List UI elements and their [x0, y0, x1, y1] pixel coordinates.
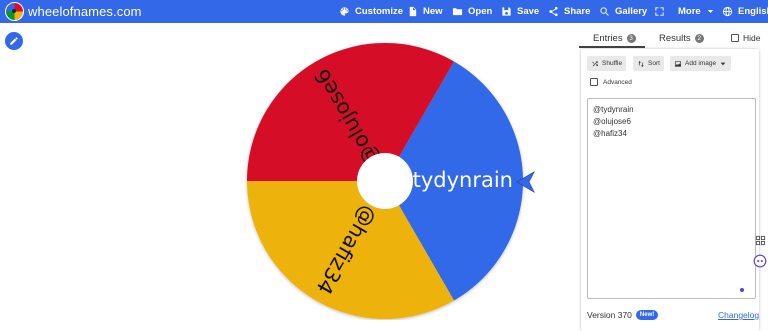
share-icon — [549, 6, 558, 17]
share-label: Share — [564, 6, 591, 17]
open-button[interactable]: Open — [452, 4, 492, 19]
tab-entries-label: Entries — [593, 33, 623, 44]
version-info: Version 370 New! — [587, 310, 659, 320]
sort-icon — [638, 60, 644, 67]
more-label: More — [678, 6, 701, 17]
advanced-checkbox[interactable] — [590, 78, 598, 86]
gallery-label: Gallery — [615, 6, 648, 17]
open-label: Open — [468, 6, 493, 17]
entries-count-badge: 3 — [626, 34, 636, 43]
wheel-container[interactable]: @tydynrain @olujose6 @hafiz34 — [240, 36, 536, 320]
entry-line: @olujose6 — [593, 117, 631, 126]
fullscreen-icon — [655, 7, 664, 16]
customize-label: Customize — [355, 6, 404, 17]
entries-panel: Entries 3 Results 2 Hide Shuffle Sort Ad… — [579, 29, 768, 331]
entries-card: Shuffle Sort Add image Advanced @tydynra… — [581, 49, 759, 331]
shuffle-label: Shuffle — [602, 60, 623, 67]
file-icon — [409, 6, 417, 17]
shuffle-icon — [592, 60, 598, 66]
resize-handle-dot — [740, 288, 744, 292]
wheel-center-hub[interactable] — [357, 153, 413, 209]
add-image-button[interactable]: Add image — [670, 56, 732, 71]
top-navigation-bar: wheelofnames.com Customize New Open Save… — [0, 0, 768, 23]
chevron-down-icon — [720, 62, 726, 65]
wheel-logo-icon[interactable] — [5, 2, 24, 21]
gallery-button[interactable]: Gallery — [599, 4, 647, 19]
apps-grid-icon[interactable] — [752, 232, 768, 248]
hide-label: Hide — [743, 33, 761, 43]
more-menu-button[interactable]: More — [678, 4, 715, 19]
version-label: Version 370 — [587, 310, 632, 320]
language-label: English — [738, 6, 768, 17]
save-label: Save — [517, 6, 540, 17]
pencil-icon — [10, 37, 18, 45]
assistant-icon[interactable] — [752, 253, 768, 269]
sort-button[interactable]: Sort — [633, 56, 664, 71]
customize-button[interactable]: Customize — [339, 4, 403, 19]
tab-results-label: Results — [659, 33, 691, 44]
wheel[interactable]: @tydynrain@olujose6@hafiz34 — [240, 36, 536, 320]
search-icon — [600, 7, 609, 16]
language-button[interactable]: English — [722, 4, 768, 19]
tab-results[interactable]: Results 2 — [659, 33, 704, 44]
palette-icon — [340, 7, 349, 16]
sort-label: Sort — [648, 60, 660, 67]
fullscreen-button[interactable] — [654, 4, 665, 19]
globe-icon — [722, 6, 733, 17]
results-count-badge: 2 — [694, 34, 704, 43]
active-tab-indicator — [579, 46, 645, 48]
advanced-toggle[interactable]: Advanced — [590, 78, 632, 86]
panel-tabs: Entries 3 Results 2 Hide — [579, 29, 768, 49]
save-button[interactable]: Save — [501, 4, 539, 19]
add-image-label: Add image — [685, 60, 717, 67]
entry-line: @tydynrain — [593, 105, 634, 114]
image-icon — [675, 60, 681, 67]
folder-icon — [452, 8, 463, 16]
site-title[interactable]: wheelofnames.com — [28, 4, 142, 19]
advanced-label: Advanced — [603, 78, 632, 86]
save-icon — [502, 7, 511, 16]
new-button[interactable]: New — [407, 4, 443, 19]
entry-line: @hafiz34 — [593, 129, 627, 138]
entries-textarea[interactable]: @tydynrain @olujose6 @hafiz34 — [587, 98, 756, 299]
share-button[interactable]: Share — [548, 4, 590, 19]
tab-entries[interactable]: Entries 3 — [593, 33, 636, 44]
hide-toggle[interactable]: Hide — [731, 33, 760, 43]
edit-button[interactable] — [5, 32, 23, 50]
new-badge: New! — [635, 310, 659, 320]
shuffle-button[interactable]: Shuffle — [587, 56, 627, 71]
hide-checkbox[interactable] — [731, 34, 739, 42]
changelog-link[interactable]: Changelog — [718, 310, 759, 320]
chevron-down-icon — [707, 10, 713, 13]
new-label: New — [423, 6, 443, 17]
